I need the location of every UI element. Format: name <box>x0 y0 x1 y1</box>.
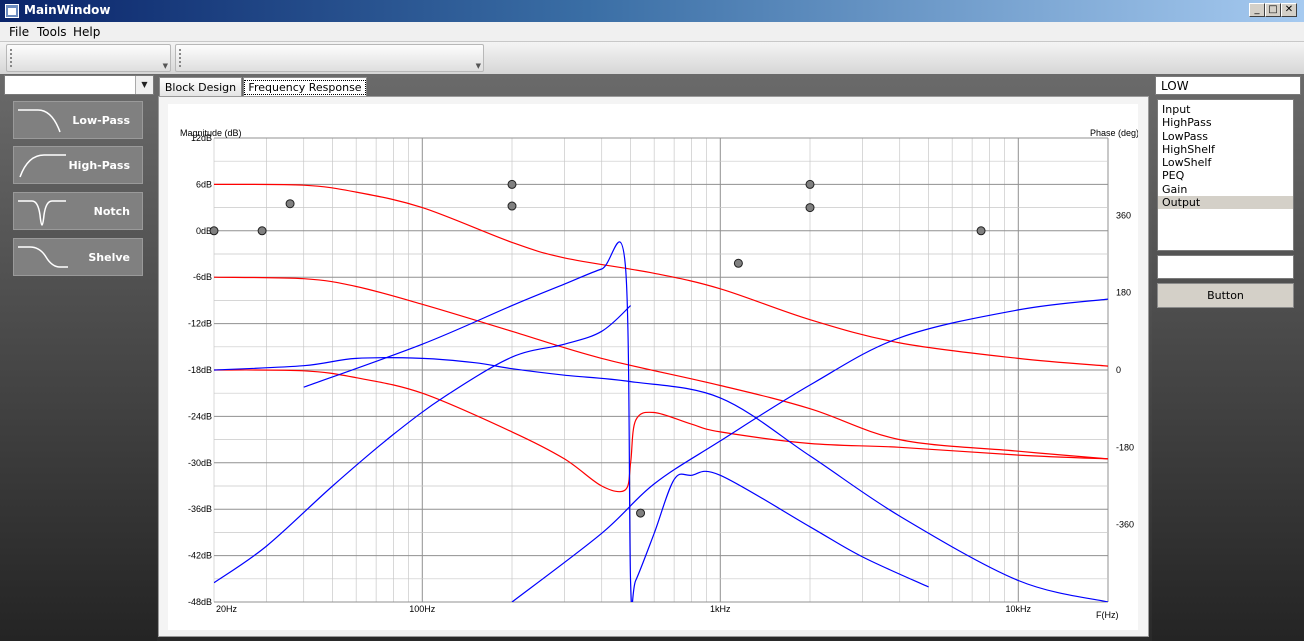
highpass-label: High-Pass <box>68 159 130 172</box>
filter-control-point <box>507 201 517 211</box>
filter-control-point <box>733 258 743 268</box>
list-item[interactable]: Output <box>1158 196 1293 210</box>
y-axis-title: Magnitude (dB) <box>180 128 242 138</box>
magnitude-tick-label: -36dB <box>188 504 212 514</box>
filter-control-point <box>805 179 815 189</box>
magnitude-tick-label: -12dB <box>188 319 212 329</box>
shelve-button[interactable]: Shelve <box>13 238 143 276</box>
filter-control-point <box>507 179 517 189</box>
list-item[interactable]: Input <box>1158 103 1293 116</box>
filter-palette: ▼ Low-Pass High-Pass Notch Shelve <box>0 74 157 641</box>
highpass-curve-icon <box>19 154 66 178</box>
action-button[interactable]: Button <box>1157 283 1294 308</box>
list-item[interactable]: Gain <box>1158 183 1293 196</box>
filter-control-point <box>976 226 986 236</box>
tab-block-design-label: Block Design <box>164 81 237 94</box>
magnitude-tick-label: -6dB <box>193 272 212 282</box>
filter-control-point <box>285 199 295 209</box>
lowpass-curve-icon <box>18 109 61 133</box>
window-title: MainWindow <box>24 3 111 17</box>
tab-frequency-response[interactable]: Frequency Response <box>243 77 367 97</box>
magnitude-curve <box>214 183 1108 367</box>
overflow-icon[interactable]: ▼ <box>163 62 168 70</box>
menu-bar: File Tools Help <box>0 22 1304 42</box>
notch-curve-icon <box>18 200 66 226</box>
frequency-tick-label: 20Hz <box>216 604 238 614</box>
toolbar-area: ▼ ▼ <box>0 42 1304 74</box>
notch-label: Notch <box>93 205 130 218</box>
highpass-button[interactable]: High-Pass <box>13 146 143 184</box>
toolbar-2[interactable]: ▼ <box>175 44 484 72</box>
app-icon <box>5 4 19 18</box>
frequency-tick-label: 10kHz <box>1006 604 1032 614</box>
filter-control-point <box>636 508 646 518</box>
phase-tick-label: 0 <box>1116 365 1121 375</box>
selected-block-field[interactable]: LOW <box>1155 76 1301 95</box>
tab-pane: 12dB 6dB 0dB -6dB -12dB -18dB -24dB -30dB -36dB -… <box>158 96 1149 637</box>
tab-frequency-response-label: Frequency Response <box>244 80 366 95</box>
magnitude-tick-label: -30dB <box>188 458 212 468</box>
maximize-button[interactable]: □ <box>1265 3 1281 17</box>
close-button[interactable]: ✕ <box>1281 3 1297 17</box>
tab-block-design[interactable]: Block Design <box>159 77 242 96</box>
frequency-response-plot[interactable]: 12dB 6dB 0dB -6dB -12dB -18dB -24dB -30dB -36dB -… <box>168 104 1138 630</box>
list-item[interactable]: LowPass <box>1158 130 1293 143</box>
menu-file[interactable]: File <box>9 25 29 39</box>
notch-button[interactable]: Notch <box>13 192 143 230</box>
lowpass-label: Low-Pass <box>72 114 130 127</box>
magnitude-tick-label: -18dB <box>188 365 212 375</box>
toolbar-grip-icon[interactable] <box>179 49 182 67</box>
shelve-label: Shelve <box>88 251 130 264</box>
chevron-down-icon[interactable]: ▼ <box>135 76 153 94</box>
menu-help[interactable]: Help <box>73 25 100 39</box>
main-area: Block Design Frequency Response 12dB 6dB 0… <box>157 74 1152 641</box>
phase-tick-label: -180 <box>1116 442 1134 452</box>
magnitude-curve <box>214 276 1108 460</box>
magnitude-tick-label: -48dB <box>188 597 212 607</box>
filter-control-point <box>257 226 267 236</box>
lowpass-button[interactable]: Low-Pass <box>13 101 143 139</box>
toolbar-grip-icon[interactable] <box>10 49 13 67</box>
magnitude-tick-label: -42dB <box>188 551 212 561</box>
x-axis-title: F(Hz) <box>1096 610 1119 620</box>
toolbar-1[interactable]: ▼ <box>6 44 171 72</box>
filter-control-point <box>209 226 219 236</box>
overflow-icon[interactable]: ▼ <box>476 62 481 70</box>
phase-tick-label: -360 <box>1116 520 1134 530</box>
frequency-tick-label: 1kHz <box>710 604 731 614</box>
phase-tick-label: 180 <box>1116 288 1131 298</box>
title-bar: MainWindow _ □ ✕ <box>0 0 1304 22</box>
filter-combo[interactable]: ▼ <box>4 75 154 95</box>
block-type-list[interactable]: Input HighPass LowPass HighShelf LowShel… <box>1157 99 1294 251</box>
magnitude-curve <box>214 369 1108 493</box>
list-item[interactable]: PEQ <box>1158 169 1293 182</box>
list-item[interactable]: LowShelf <box>1158 156 1293 169</box>
frequency-tick-label: 100Hz <box>409 604 436 614</box>
magnitude-tick-label: 6dB <box>196 179 212 189</box>
plot-svg[interactable]: 12dB6dB0dB-6dB-12dB-18dB-24dB-30dB-36dB-… <box>168 104 1138 630</box>
shelve-curve-icon <box>18 246 68 268</box>
text-input[interactable] <box>1157 255 1294 279</box>
phase-curve <box>214 357 1108 602</box>
y2-axis-title: Phase (deg) <box>1090 128 1138 138</box>
list-item[interactable]: HighShelf <box>1158 143 1293 156</box>
phase-tick-label: 360 <box>1116 210 1131 220</box>
minimize-button[interactable]: _ <box>1249 3 1265 17</box>
list-item[interactable]: HighPass <box>1158 116 1293 129</box>
right-panel: LOW Input HighPass LowPass HighShelf Low… <box>1152 74 1304 641</box>
filter-control-point <box>805 203 815 213</box>
magnitude-tick-label: -24dB <box>188 411 212 421</box>
menu-tools[interactable]: Tools <box>37 25 67 39</box>
